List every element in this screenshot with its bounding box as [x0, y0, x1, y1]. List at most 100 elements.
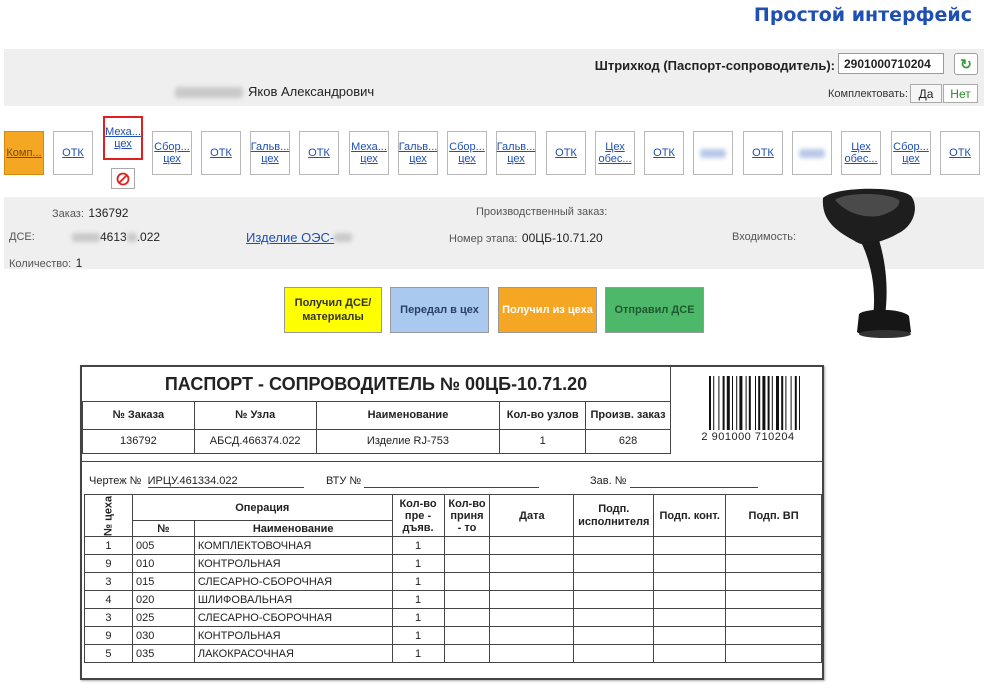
cell-empty: [653, 572, 727, 591]
route-tile[interactable]: ОТК: [201, 131, 241, 175]
table-row: 9 030 КОНТРОЛЬНАЯ 1: [84, 626, 822, 645]
barcode-bar: [781, 376, 784, 430]
action-button[interactable]: Получил из цеха: [498, 287, 597, 333]
table-row: 3 015 СЛЕСАРНО-СБОРОЧНАЯ 1: [84, 572, 822, 591]
barcode-bar: [799, 376, 800, 430]
barcode-bar: [776, 376, 779, 430]
cell-empty: [443, 590, 491, 609]
cell-num: 035: [131, 644, 195, 663]
route-tile[interactable]: ОТК: [940, 131, 980, 175]
barcode-bar: [739, 376, 743, 430]
cell-empty: [573, 572, 655, 591]
col-shop: № цеха: [84, 494, 133, 537]
route-tile[interactable]: Цех обес...: [595, 131, 635, 175]
cell-empty: [489, 536, 575, 555]
head-val: 136792: [82, 428, 195, 455]
kompl-yes-button[interactable]: Да: [910, 84, 942, 103]
table-row: 1 005 КОМПЛЕКТОВОЧНАЯ 1: [84, 536, 822, 555]
route-tile[interactable]: Сбор... цех: [891, 131, 931, 175]
cell-shop: 9: [84, 554, 133, 573]
route-tile[interactable]: Гальв... цех: [496, 131, 536, 175]
cell-empty: [653, 644, 727, 663]
cell-num: 020: [131, 590, 195, 609]
action-button[interactable]: Передал в цех: [390, 287, 489, 333]
route-tile[interactable]: Гальв... цех: [398, 131, 438, 175]
cell-qty: 1: [391, 572, 445, 591]
route-tile[interactable]: Гальв... цех: [250, 131, 290, 175]
head-col: № Заказа: [82, 401, 195, 430]
prod-order-label: Производственный заказ:: [476, 206, 608, 218]
doc-barcode: 2 901000 710204: [670, 367, 825, 453]
route-tile[interactable]: ОТК: [299, 131, 339, 175]
action-button[interactable]: Отправил ДСЕ: [605, 287, 704, 333]
table-row: 3 025 СЛЕСАРНО-СБОРОЧНАЯ 1: [84, 608, 822, 627]
incoming-label: Входимость:: [732, 231, 797, 243]
refresh-button[interactable]: ↻: [954, 53, 978, 75]
barcode-bar: [745, 376, 747, 430]
route-tile[interactable]: Меха... цех: [349, 131, 389, 175]
head-col: Произв. заказ: [585, 401, 671, 430]
route-tile[interactable]: Комп...: [4, 131, 44, 175]
route-tile[interactable]: Сбор... цех: [447, 131, 487, 175]
cell-shop: 1: [84, 536, 133, 555]
barcode-bar: [718, 376, 720, 430]
cell-name: КОМПЛЕКТОВОЧНАЯ: [193, 536, 393, 555]
barcode-bar: [771, 376, 773, 430]
cell-empty: [725, 536, 822, 555]
cell-empty: [573, 608, 655, 627]
barcode-label: Штрихкод (Паспорт-сопроводитель):: [594, 58, 835, 73]
cell-empty: [489, 644, 575, 663]
cancel-button[interactable]: [111, 168, 135, 189]
cell-empty: [653, 590, 727, 609]
cell-empty: [725, 644, 822, 663]
cell-num: 030: [131, 626, 195, 645]
cancel-icon: [116, 172, 130, 185]
cell-empty: [725, 590, 822, 609]
route-tile[interactable]: ОТК: [743, 131, 783, 175]
doc-title: ПАСПОРТ - СОПРОВОДИТЕЛЬ № 00ЦБ-10.71.20: [164, 373, 588, 394]
route-tile[interactable]: Меха... цех: [103, 116, 143, 160]
cell-empty: [653, 608, 727, 627]
barcode-scanner-icon: [822, 188, 915, 338]
cell-num: 015: [131, 572, 195, 591]
barcode-bar: [732, 376, 733, 430]
cell-empty: [489, 626, 575, 645]
cell-qty: 1: [391, 608, 445, 627]
operations-table: № цеха Операция Кол-во пре - дъяв. Кол-в…: [84, 494, 822, 663]
table-row: 9 010 КОНТРОЛЬНАЯ 1: [84, 554, 822, 573]
cell-empty: [573, 590, 655, 609]
route-tile[interactable]: ОТК: [53, 131, 93, 175]
route-tile[interactable]: ОТК: [644, 131, 684, 175]
product-link[interactable]: Изделие ОЭС-: [246, 229, 353, 247]
action-button[interactable]: Получил ДСЕ/ материалы: [284, 287, 382, 333]
cell-empty: [573, 554, 655, 573]
doc-barcode-text: 2 901000 710204: [701, 431, 795, 443]
route-tile[interactable]: Сбор... цех: [152, 131, 192, 175]
barcode-input[interactable]: [838, 53, 944, 74]
route-tile[interactable]: Цех обес...: [841, 131, 881, 175]
barcode-bar: [755, 376, 756, 430]
stage-field: Номер этапа: 00ЦБ-10.71.20: [449, 231, 603, 245]
cell-shop: 4: [84, 590, 133, 609]
barcode-bar: [790, 376, 792, 430]
kompl-no-button[interactable]: Нет: [943, 84, 978, 103]
cell-empty: [489, 608, 575, 627]
cell-name: СЛЕСАРНО-СБОРОЧНАЯ: [193, 608, 393, 627]
head-col: Наименование: [315, 401, 501, 430]
table-row: 5 035 ЛАКОКРАСОЧНАЯ 1: [84, 644, 822, 663]
cell-qty: 1: [391, 590, 445, 609]
cell-empty: [443, 608, 491, 627]
kompl-label: Комплектовать:: [828, 88, 908, 100]
barcode-bar: [713, 376, 715, 430]
route-tile[interactable]: [792, 131, 832, 175]
route-tile[interactable]: ОТК: [546, 131, 586, 175]
route-tile[interactable]: [693, 131, 733, 175]
barcode-bar: [767, 376, 770, 430]
barcode-bar: [726, 376, 730, 430]
head-val: Изделие RJ-753: [315, 428, 501, 455]
cell-shop: 3: [84, 572, 133, 591]
cell-empty: [725, 608, 822, 627]
cell-qty: 1: [391, 554, 445, 573]
cell-shop: 5: [84, 644, 133, 663]
cell-empty: [653, 554, 727, 573]
